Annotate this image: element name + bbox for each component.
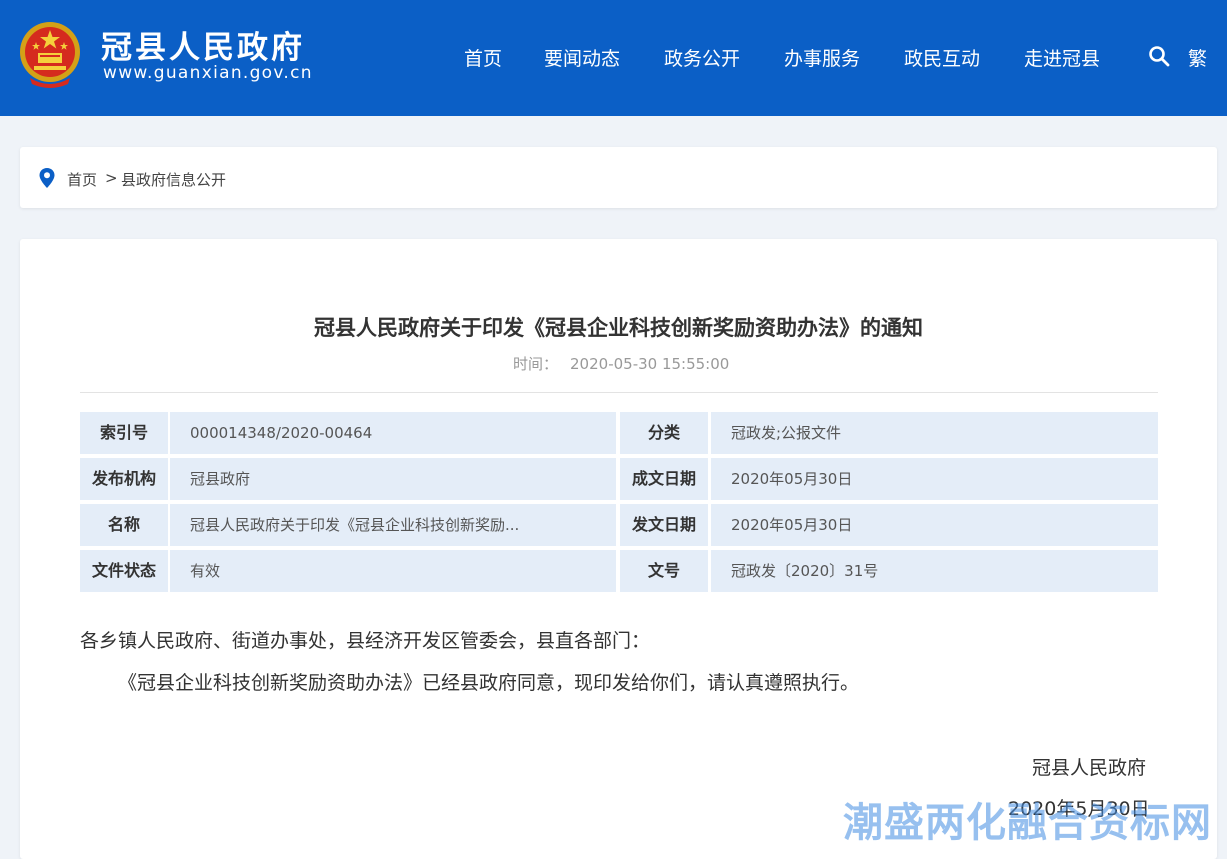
publish-time-value: 2020-05-30 15:55:00	[570, 355, 730, 373]
page-title: 冠县人民政府关于印发《冠县企业科技创新奖励资助办法》的通知	[314, 316, 923, 340]
publish-time-label: 时间：	[513, 355, 559, 373]
signature: 冠县人民政府	[1032, 757, 1147, 779]
location-pin-icon	[39, 168, 55, 188]
divider	[80, 392, 1158, 393]
meta-value: 冠县政府	[170, 458, 616, 500]
meta-value: 有效	[170, 550, 616, 592]
nav-about[interactable]: 走进冠县	[1024, 44, 1100, 71]
meta-label: 发布机构	[80, 458, 168, 500]
breadcrumb-separator: >	[105, 169, 118, 187]
meta-label: 文件状态	[80, 550, 168, 592]
breadcrumb-home[interactable]: 首页	[67, 169, 97, 190]
meta-label: 发文日期	[620, 504, 708, 546]
breadcrumb-current[interactable]: 县政府信息公开	[121, 169, 226, 190]
traditional-chinese-toggle[interactable]: 繁	[1188, 44, 1207, 71]
nav-services[interactable]: 办事服务	[784, 44, 860, 71]
meta-value: 000014348/2020-00464	[170, 412, 616, 454]
meta-label: 名称	[80, 504, 168, 546]
meta-value: 冠政发〔2020〕31号	[711, 550, 1158, 592]
salutation: 各乡镇人民政府、街道办事处，县经济开发区管委会，县直各部门：	[80, 630, 651, 652]
nav-home[interactable]: 首页	[464, 44, 502, 71]
nav-interaction[interactable]: 政民互动	[904, 44, 980, 71]
meta-value: 冠县人民政府关于印发《冠县企业科技创新奖励...	[170, 504, 616, 546]
main-nav: 首页 要闻动态 政务公开 办事服务 政民互动 走进冠县	[0, 44, 1227, 74]
nav-news[interactable]: 要闻动态	[544, 44, 620, 71]
meta-value: 冠政发;公报文件	[711, 412, 1158, 454]
meta-label: 文号	[620, 550, 708, 592]
meta-label: 分类	[620, 412, 708, 454]
search-icon[interactable]	[1148, 45, 1170, 67]
meta-value: 2020年05月30日	[711, 504, 1158, 546]
watermark: 潮盛两化融合资标网	[843, 800, 1212, 846]
publish-time: 时间： 2020-05-30 15:55:00	[513, 353, 729, 374]
body-paragraph: 《冠县企业科技创新奖励资助办法》已经县政府同意，现印发给你们，请认真遵照执行。	[118, 672, 860, 694]
nav-gov-affairs[interactable]: 政务公开	[664, 44, 740, 71]
meta-label: 索引号	[80, 412, 168, 454]
meta-label: 成文日期	[620, 458, 708, 500]
site-header: 冠县人民政府 www.guanxian.gov.cn 首页 要闻动态 政务公开 …	[0, 0, 1227, 116]
meta-value: 2020年05月30日	[711, 458, 1158, 500]
